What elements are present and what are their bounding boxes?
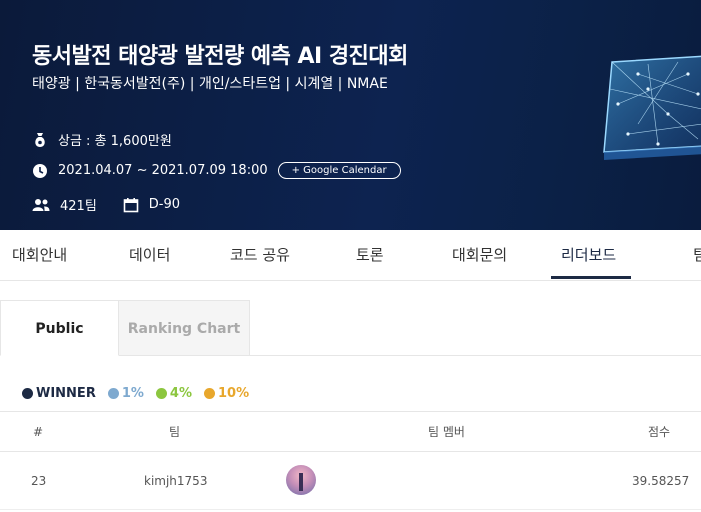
- one-percent-dot-icon: [107, 388, 119, 399]
- tab-team[interactable]: 팀: [693, 230, 701, 280]
- tab-overview[interactable]: 대회안내: [12, 230, 67, 280]
- competition-tabs: 대회안내 데이터 코드 공유 토론 대회문의 리더보드 팀: [0, 230, 701, 281]
- score-cell: 39.58257: [632, 474, 690, 488]
- team-column-header: 팀: [169, 425, 181, 439]
- tab-code-share[interactable]: 코드 공유: [230, 230, 290, 280]
- subtab-ranking-chart[interactable]: Ranking Chart: [119, 300, 250, 356]
- tab-discussion[interactable]: 토론: [356, 230, 384, 280]
- stats-row: 421팀 D-90: [32, 195, 180, 214]
- tab-inquiry[interactable]: 대회문의: [452, 230, 507, 280]
- competition-tags: 태양광 | 한국동서발전(주) | 개인/스타트업 | 시계열 | NMAE: [32, 76, 388, 92]
- prize-text: 상금 : 총 1,600만원: [58, 134, 172, 149]
- legend-10pct: 10%: [203, 386, 249, 401]
- leaderboard-header: # 팀 팀 멤버 점수: [0, 411, 701, 452]
- rank-column-header: #: [33, 425, 44, 439]
- legend-1pct: 1%: [107, 386, 144, 401]
- tab-leaderboard[interactable]: 리더보드: [561, 230, 616, 280]
- legend-4pct: 4%: [155, 386, 192, 401]
- team-count: 421팀: [60, 199, 97, 214]
- solar-panel-illustration: [603, 55, 701, 160]
- competition-hero-banner: 동서발전 태양광 발전량 예측 AI 경진대회 태양광 | 한국동서발전(주) …: [0, 0, 701, 230]
- period-text: 2021.04.07 ~ 2021.07.09 18:00: [58, 163, 268, 178]
- d-day: D-90: [148, 197, 181, 212]
- table-row[interactable]: 23 kimjh1753 39.58257: [0, 452, 701, 510]
- score-column-header: 점수: [648, 425, 671, 439]
- ten-percent-dot-icon: [203, 388, 215, 399]
- money-bag-icon: [35, 132, 45, 147]
- four-percent-dot-icon: [155, 388, 167, 399]
- calendar-icon: [123, 197, 139, 212]
- subtab-public[interactable]: Public: [0, 300, 119, 356]
- avatar[interactable]: [286, 465, 316, 495]
- rank-cell: 23: [31, 474, 47, 488]
- users-icon: [32, 198, 50, 211]
- competition-title: 동서발전 태양광 발전량 예측 AI 경진대회: [32, 44, 408, 69]
- tab-data[interactable]: 데이터: [129, 230, 170, 280]
- prize-row: 상금 : 총 1,600만원: [32, 130, 172, 149]
- period-row: 2021.04.07 ~ 2021.07.09 18:00 + Google C…: [32, 162, 401, 179]
- rank-legend: WINNER 1% 4% 10%: [22, 386, 261, 401]
- google-calendar-button[interactable]: + Google Calendar: [277, 162, 401, 179]
- legend-winner: WINNER: [22, 386, 96, 401]
- active-tab-indicator: [551, 276, 631, 279]
- team-name-cell[interactable]: kimjh1753: [144, 452, 207, 510]
- clock-icon: [33, 163, 47, 178]
- members-column-header: 팀 멤버: [428, 425, 465, 439]
- winner-dot-icon: [22, 388, 33, 399]
